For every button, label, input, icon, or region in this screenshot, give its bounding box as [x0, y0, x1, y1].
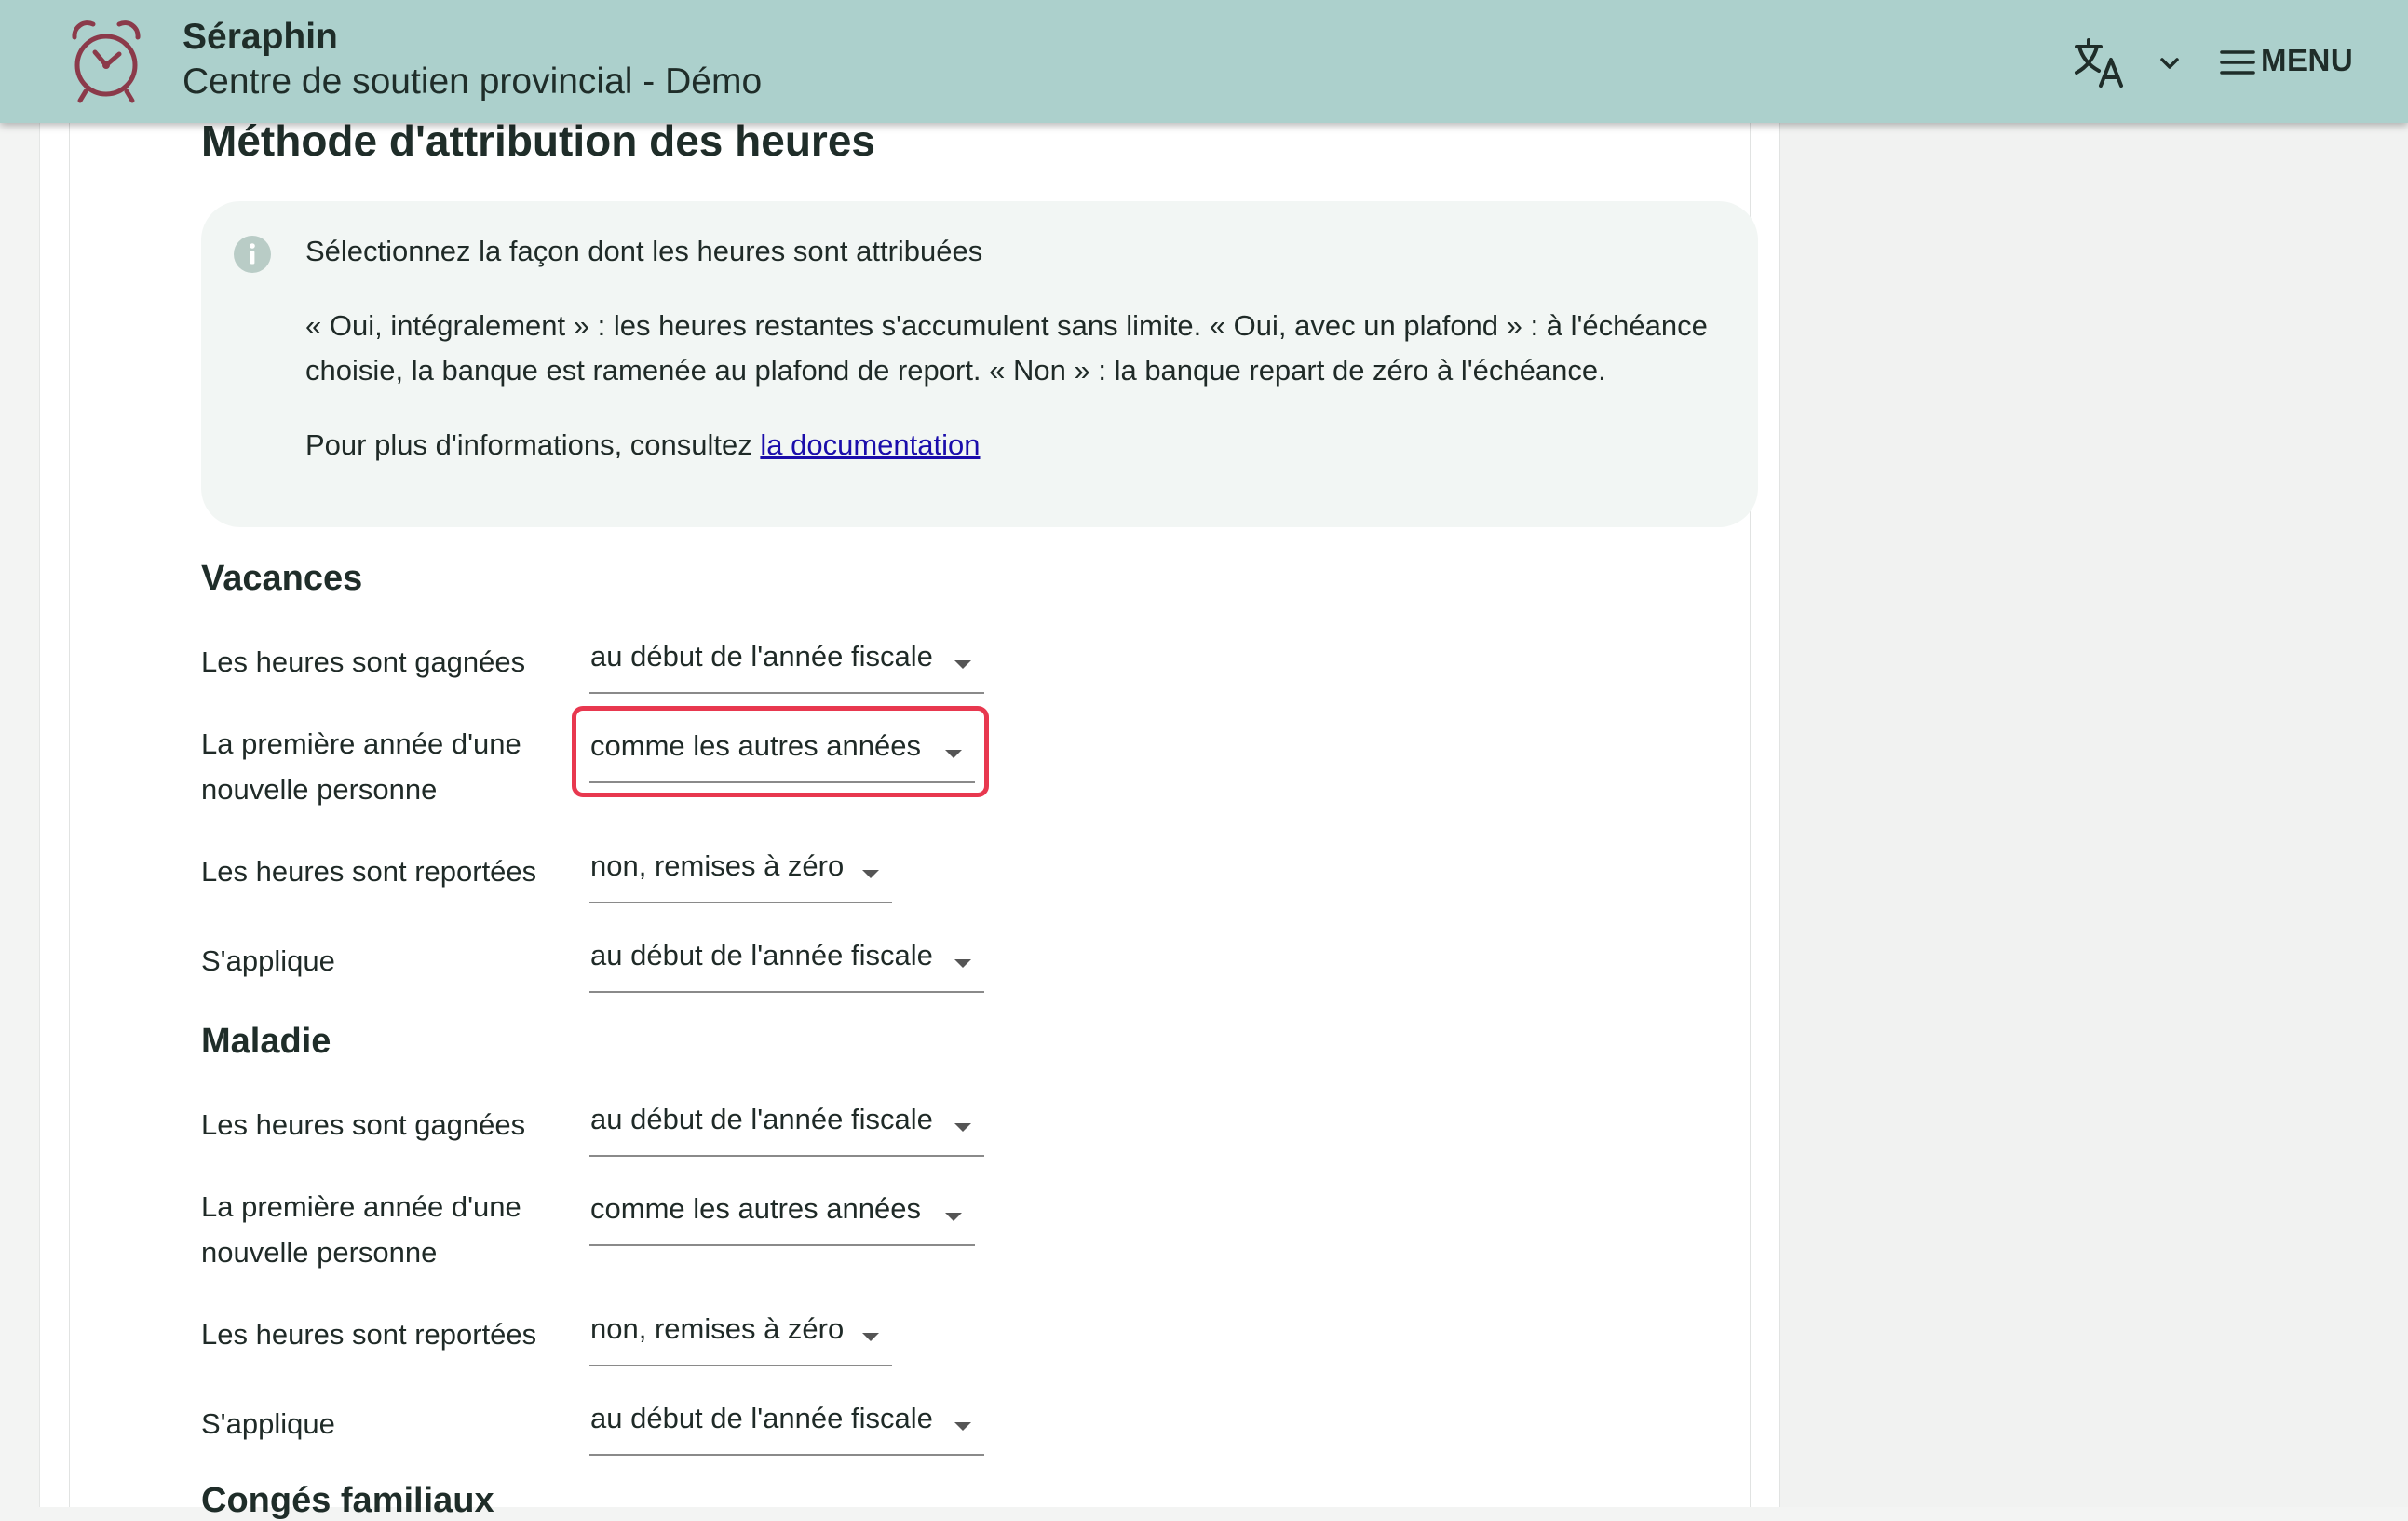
row-label-gained: Les heures sont gagnées: [201, 1108, 526, 1141]
select-value: comme les autres années: [590, 729, 921, 762]
organization-name: Centre de soutien provincial - Démo: [183, 61, 763, 102]
group-title-vacances: Vacances: [201, 559, 363, 598]
caret-down-icon: [954, 660, 971, 669]
translate-icon: [2075, 38, 2123, 88]
alarm-clock-icon: [72, 20, 141, 103]
caret-down-icon: [862, 870, 879, 878]
vacances-first-year-select[interactable]: comme les autres années: [589, 724, 975, 783]
info-icon: [234, 236, 271, 273]
vacances-gained-select[interactable]: au début de l'année fiscale: [589, 634, 984, 694]
select-value: au début de l'année fiscale: [590, 939, 933, 971]
maladie-applies-select[interactable]: au début de l'année fiscale: [589, 1396, 984, 1456]
group-title-maladie: Maladie: [201, 1022, 331, 1061]
vacances-applies-select[interactable]: au début de l'année fiscale: [589, 933, 984, 993]
info-description: « Oui, intégralement » : les heures rest…: [305, 309, 1708, 387]
select-value: non, remises à zéro: [590, 849, 845, 882]
select-value: au début de l'année fiscale: [590, 640, 933, 672]
caret-down-icon: [945, 750, 962, 758]
language-selector[interactable]: [2073, 34, 2185, 91]
row-label-first-year: La première année d'une nouvelle personn…: [201, 727, 521, 806]
row-label-carried-over: Les heures sont reportées: [201, 1318, 537, 1351]
select-value: comme les autres années: [590, 1192, 921, 1225]
row-label-applies: S'applique: [201, 1407, 335, 1440]
settings-card: Méthode d'attribution des heures Sélecti…: [69, 0, 1758, 1520]
caret-down-icon: [954, 1422, 971, 1431]
menu-button[interactable]: MENU: [2216, 34, 2361, 91]
side-pane: [1779, 0, 2408, 1507]
menu-label: MENU: [2261, 43, 2354, 77]
hamburger-icon: [2220, 50, 2255, 75]
maladie-gained-select[interactable]: au début de l'année fiscale: [589, 1097, 984, 1157]
app-header: Séraphin Centre de soutien provincial - …: [0, 0, 2408, 123]
select-value: au début de l'année fiscale: [590, 1103, 933, 1135]
documentation-link[interactable]: la documentation: [760, 428, 980, 461]
row-label-applies: S'applique: [201, 944, 335, 977]
select-value: au début de l'année fiscale: [590, 1402, 933, 1434]
app-name: Séraphin: [183, 17, 338, 57]
row-label-carried-over: Les heures sont reportées: [201, 855, 537, 888]
row-label-gained: Les heures sont gagnées: [201, 645, 526, 678]
maladie-first-year-select[interactable]: comme les autres années: [589, 1187, 975, 1246]
section-title: Méthode d'attribution des heures: [201, 116, 875, 165]
chevron-down-icon: [2160, 58, 2179, 69]
vacances-carry-over-select[interactable]: non, remises à zéro: [589, 844, 892, 903]
info-more-prefix: Pour plus d'informations, consultez: [305, 428, 761, 461]
caret-down-icon: [954, 1123, 971, 1132]
group-title-conges-familiaux: Congés familiaux: [201, 1481, 494, 1520]
caret-down-icon: [954, 959, 971, 968]
row-label-first-year: La première année d'une nouvelle personn…: [201, 1190, 521, 1269]
info-callout: Sélectionnez la façon dont les heures so…: [201, 201, 1758, 527]
info-more: Pour plus d'informations, consultez la d…: [305, 423, 981, 468]
caret-down-icon: [945, 1213, 962, 1221]
info-heading: Sélectionnez la façon dont les heures so…: [305, 235, 983, 267]
select-value: non, remises à zéro: [590, 1312, 845, 1345]
caret-down-icon: [862, 1333, 879, 1341]
maladie-carry-over-select[interactable]: non, remises à zéro: [589, 1307, 892, 1366]
